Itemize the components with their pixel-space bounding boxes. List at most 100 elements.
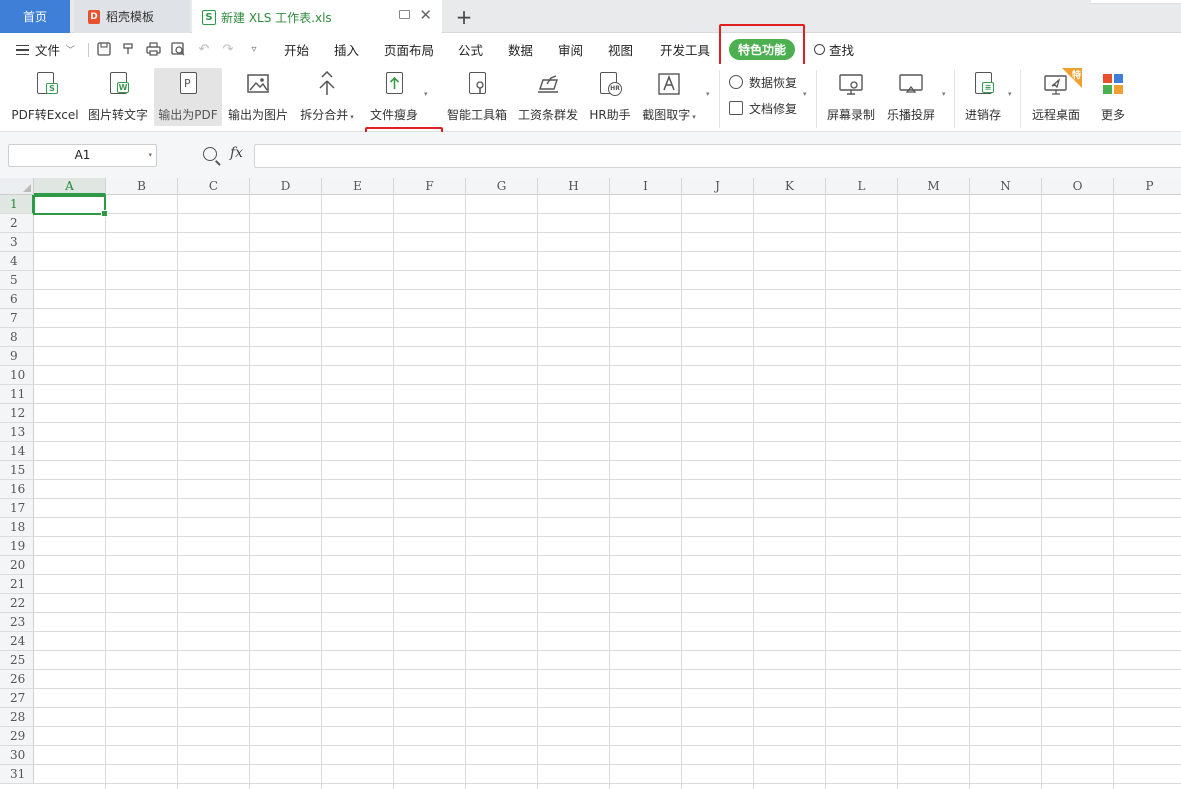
format-painter-icon[interactable]: [120, 41, 136, 57]
row-header-24[interactable]: 24: [0, 632, 34, 651]
pin-window-icon[interactable]: [399, 10, 410, 19]
column-header-k[interactable]: K: [754, 178, 826, 195]
redo-icon[interactable]: ↷: [220, 41, 236, 57]
column-header-b[interactable]: B: [106, 178, 178, 195]
file-menu[interactable]: 文件 ﹀: [35, 34, 75, 64]
new-tab-button[interactable]: +: [452, 0, 476, 33]
split-merge-button[interactable]: 拆分合并 ▾: [296, 68, 358, 126]
row-header-14[interactable]: 14: [0, 442, 34, 461]
column-header-d[interactable]: D: [250, 178, 322, 195]
cell-area[interactable]: [34, 195, 1181, 789]
print-icon[interactable]: [145, 41, 161, 57]
row-header-8[interactable]: 8: [0, 328, 34, 347]
row-header-9[interactable]: 9: [0, 347, 34, 366]
formula-input[interactable]: [254, 144, 1181, 168]
data-recovery-button[interactable]: 数据恢复: [729, 72, 797, 92]
column-header-l[interactable]: L: [826, 178, 898, 195]
menu-item-review[interactable]: 审阅: [558, 34, 583, 64]
menu-item-start[interactable]: 开始: [284, 34, 309, 64]
menu-item-data[interactable]: 数据: [508, 34, 533, 64]
row-header-13[interactable]: 13: [0, 423, 34, 442]
name-box[interactable]: A1 ▾: [8, 144, 157, 167]
remote-desktop-button[interactable]: 特 远程桌面: [1029, 68, 1083, 126]
column-header-c[interactable]: C: [178, 178, 250, 195]
menu-item-formulas[interactable]: 公式: [458, 34, 483, 64]
inventory-dropdown-icon[interactable]: ▾: [1008, 90, 1012, 98]
quick-access-dropdown-icon[interactable]: ▿: [246, 41, 262, 57]
row-header-23[interactable]: 23: [0, 613, 34, 632]
row-header-6[interactable]: 6: [0, 290, 34, 309]
zoom-search-icon[interactable]: [203, 147, 217, 161]
row-header-31[interactable]: 31: [0, 765, 34, 784]
payslip-send-button[interactable]: 工资条群发: [514, 68, 582, 126]
row-header-2[interactable]: 2: [0, 214, 34, 233]
column-header-e[interactable]: E: [322, 178, 394, 195]
close-tab-icon[interactable]: ✕: [419, 8, 432, 23]
image-to-text-button[interactable]: W 图片转文字: [85, 68, 151, 126]
file-slim-dropdown-icon[interactable]: ▾: [424, 90, 428, 98]
row-header-17[interactable]: 17: [0, 499, 34, 518]
column-header-f[interactable]: F: [394, 178, 466, 195]
column-header-i[interactable]: I: [610, 178, 682, 195]
screenshot-ocr-button[interactable]: 截图取字 ▾: [638, 68, 700, 126]
column-header-m[interactable]: M: [898, 178, 970, 195]
search-button[interactable]: 查找: [814, 34, 854, 64]
screen-cast-dropdown-icon[interactable]: ▾: [942, 90, 946, 98]
tab-docer-templates[interactable]: D 稻壳模板: [74, 0, 190, 33]
export-pdf-button[interactable]: P 输出为PDF: [154, 68, 222, 126]
row-header-16[interactable]: 16: [0, 480, 34, 499]
tab-workbook[interactable]: S 新建 XLS 工作表.xls ✕: [192, 0, 442, 34]
menu-item-view[interactable]: 视图: [608, 34, 633, 64]
spreadsheet-grid[interactable]: ABCDEFGHIJKLMNOP 1 2 3 4 5 6 7 8 9 10 11 12 13 14 15 16…: [0, 178, 1181, 789]
column-header-h[interactable]: H: [538, 178, 610, 195]
screen-record-button[interactable]: 屏幕录制: [824, 68, 878, 126]
row-header-27[interactable]: 27: [0, 689, 34, 708]
row-header-20[interactable]: 20: [0, 556, 34, 575]
row-header-12[interactable]: 12: [0, 404, 34, 423]
row-header-19[interactable]: 19: [0, 537, 34, 556]
row-header-10[interactable]: 10: [0, 366, 34, 385]
row-header-4[interactable]: 4: [0, 252, 34, 271]
function-icon[interactable]: fx: [230, 145, 243, 161]
undo-icon[interactable]: ↶: [196, 41, 212, 57]
row-header-26[interactable]: 26: [0, 670, 34, 689]
row-header-25[interactable]: 25: [0, 651, 34, 670]
save-icon[interactable]: [96, 41, 112, 57]
screenshot-dropdown-icon[interactable]: ▾: [706, 90, 710, 98]
print-preview-icon[interactable]: [170, 41, 186, 57]
recovery-dropdown-icon[interactable]: ▾: [803, 90, 807, 98]
row-header-22[interactable]: 22: [0, 594, 34, 613]
column-header-a[interactable]: A: [34, 178, 106, 195]
menu-item-special-features[interactable]: 特色功能: [729, 39, 795, 60]
menu-item-insert[interactable]: 插入: [334, 34, 359, 64]
row-header-1[interactable]: 1: [0, 195, 34, 214]
row-header-15[interactable]: 15: [0, 461, 34, 480]
row-header-5[interactable]: 5: [0, 271, 34, 290]
menu-item-developer[interactable]: 开发工具: [660, 34, 710, 64]
smart-toolbox-button[interactable]: 智能工具箱: [444, 68, 510, 126]
doc-repair-button[interactable]: 文档修复: [729, 98, 797, 118]
pdf-to-excel-button[interactable]: S PDF转Excel: [8, 68, 82, 126]
inventory-button[interactable]: ≡ 进销存: [962, 68, 1004, 126]
export-image-button[interactable]: 输出为图片: [225, 68, 291, 126]
hamburger-menu-icon[interactable]: [16, 45, 29, 55]
hr-assistant-button[interactable]: HR HR助手: [586, 68, 634, 126]
tab-home[interactable]: 首页: [0, 0, 70, 33]
row-header-29[interactable]: 29: [0, 727, 34, 746]
column-header-o[interactable]: O: [1042, 178, 1114, 195]
row-header-30[interactable]: 30: [0, 746, 34, 765]
select-all-corner[interactable]: [0, 178, 34, 195]
more-button[interactable]: 更多: [1095, 68, 1131, 126]
row-header-21[interactable]: 21: [0, 575, 34, 594]
active-cell-a1[interactable]: [33, 195, 108, 217]
file-slim-button[interactable]: 文件瘦身: [365, 68, 423, 126]
column-header-p[interactable]: P: [1114, 178, 1181, 195]
row-header-18[interactable]: 18: [0, 518, 34, 537]
column-header-g[interactable]: G: [466, 178, 538, 195]
row-header-7[interactable]: 7: [0, 309, 34, 328]
row-header-28[interactable]: 28: [0, 708, 34, 727]
row-header-3[interactable]: 3: [0, 233, 34, 252]
column-header-n[interactable]: N: [970, 178, 1042, 195]
screen-cast-button[interactable]: 乐播投屏: [883, 68, 939, 126]
row-header-11[interactable]: 11: [0, 385, 34, 404]
